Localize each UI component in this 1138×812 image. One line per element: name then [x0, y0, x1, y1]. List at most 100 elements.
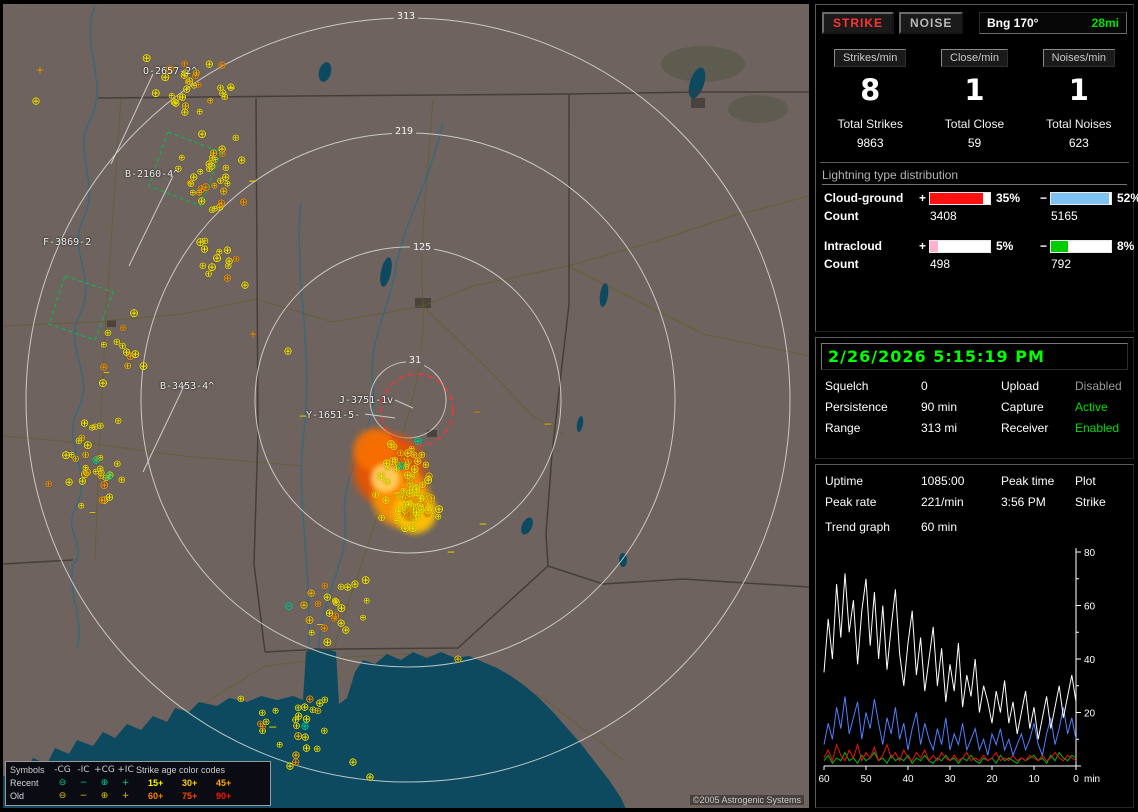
svg-text:30: 30 — [944, 774, 956, 785]
persistence-label: Persistence — [825, 400, 921, 414]
squelch-value: 0 — [921, 379, 1001, 393]
persistence-value: 90 min — [921, 400, 1001, 414]
distribution-header: Lightning type distribution — [822, 168, 1127, 185]
noises-per-min-value: 1 — [1027, 73, 1131, 107]
legend-age-header: Strike age color codes — [136, 764, 250, 776]
pos-ic-icon: + — [115, 790, 136, 802]
total-close-value: 59 — [922, 136, 1026, 150]
cg-positive-pct: 35% — [991, 191, 1037, 205]
neg-cg-icon: ⊖ — [52, 790, 73, 802]
ring-label-125: 125 — [410, 242, 434, 254]
receiver-label: Receiver — [1001, 421, 1075, 435]
age-code-60: 60+ — [148, 790, 182, 802]
peak-time-value: 3:56 PM — [1001, 495, 1075, 509]
pos-cg-icon: ⊕ — [94, 777, 115, 789]
rates-section: Strikes/min 8 Total Strikes 9863 Close/m… — [816, 38, 1133, 152]
trend-graph: 204060806050403020100min — [818, 540, 1132, 792]
cg-negative-count: 5165 — [1050, 209, 1112, 223]
cg-count-label: Count — [824, 209, 916, 223]
ic-positive-bar-fill — [930, 241, 938, 252]
noises-per-min-label: Noises/min — [1043, 49, 1115, 67]
datetime-display: 2/26/2026 5:15:19 PM — [821, 343, 1128, 370]
ic-negative-pct: 8% — [1112, 239, 1138, 253]
trend-panel: Uptime 1085:00 Peak time Plot Peak rate … — [815, 464, 1134, 808]
svg-text:60: 60 — [1084, 602, 1096, 613]
age-code-15: 15+ — [148, 777, 182, 789]
ic-positive-count: 498 — [929, 257, 991, 271]
legend-col-neg-cg: -CG — [52, 764, 73, 776]
plot-value: Strike — [1075, 495, 1124, 509]
receiver-value: Enabled — [1075, 421, 1124, 435]
total-noises-value: 623 — [1027, 136, 1131, 150]
ring-label-31: 31 — [406, 355, 424, 367]
uptime-label: Uptime — [825, 474, 921, 488]
cg-positive-bar — [929, 192, 991, 205]
cg-negative-pct: 52% — [1112, 191, 1138, 205]
trend-graph-window: 60 min — [921, 520, 1124, 534]
total-strikes-label: Total Strikes — [818, 117, 922, 131]
state-borders — [3, 92, 809, 652]
neg-ic-icon: − — [73, 790, 94, 802]
svg-text:20: 20 — [986, 774, 998, 785]
age-code-90: 90+ — [216, 790, 250, 802]
cg-negative-bar-fill — [1051, 193, 1109, 204]
close-per-min-column: Close/min 1 Total Close 59 — [922, 48, 1026, 150]
mode-toolbar: STRIKE NOISE Bng 170° 28mi — [816, 5, 1133, 38]
strikes-per-min-label: Strikes/min — [834, 49, 906, 67]
noises-per-min-column: Noises/min 1 Total Noises 623 — [1027, 48, 1131, 150]
uptime-value: 1085:00 — [921, 474, 1001, 488]
ring-label-219: 219 — [392, 126, 416, 138]
bearing-value: Bng 170° — [987, 16, 1038, 30]
ic-positive-pct: 5% — [991, 239, 1037, 253]
trend-graph-header: Trend graph 60 min — [816, 514, 1133, 536]
ring-label-313: 313 — [394, 11, 418, 23]
plus-sign: + — [916, 191, 929, 205]
cloud-ground-label: Cloud-ground — [824, 191, 916, 205]
ic-negative-bar-fill — [1051, 241, 1068, 252]
svg-text:40: 40 — [902, 774, 914, 785]
svg-text:0: 0 — [1073, 774, 1079, 785]
ic-count-label: Count — [824, 257, 916, 271]
plus-sign: + — [916, 239, 929, 253]
cg-positive-count: 3408 — [929, 209, 991, 223]
svg-text:10: 10 — [1028, 774, 1040, 785]
trend-graph-label: Trend graph — [825, 520, 921, 534]
strikes-per-min-value: 8 — [818, 73, 922, 107]
squelch-label: Squelch — [825, 379, 921, 393]
legend-col-pos-cg: +CG — [94, 764, 115, 776]
neg-ic-icon: − — [73, 777, 94, 789]
svg-text:40: 40 — [1084, 655, 1096, 666]
performance-grid: Uptime 1085:00 Peak time Plot Peak rate … — [816, 465, 1133, 514]
close-per-min-value: 1 — [922, 73, 1026, 107]
lightning-map[interactable]: ⊕⊕⊕⊕⊕⊕⊕⊕⊕⊕⊕⊕⊕⊕⊕⊕⊕⊕⊕⊕⊕⊕⊕⊕⊕⊕⊕−⊕⊕⊕⊕⊕⊕⊕⊕⊕⊕⊕⊕… — [3, 4, 809, 808]
bearing-display: Bng 170° 28mi — [979, 12, 1127, 34]
total-strikes-value: 9863 — [818, 136, 922, 150]
age-code-45: 45+ — [216, 777, 250, 789]
divider — [820, 162, 1129, 163]
range-value: 313 mi — [921, 421, 1001, 435]
legend-row-old-label: Old — [10, 790, 52, 802]
intracloud-label: Intracloud — [824, 239, 916, 253]
minus-sign: − — [1037, 191, 1050, 205]
svg-text:60: 60 — [818, 774, 830, 785]
lakes — [317, 61, 709, 567]
nexstorm-app: ⊕⊕⊕⊕⊕⊕⊕⊕⊕⊕⊕⊕⊕⊕⊕⊕⊕⊕⊕⊕⊕⊕⊕⊕⊕⊕⊕−⊕⊕⊕⊕⊕⊕⊕⊕⊕⊕⊕⊕… — [0, 0, 1138, 812]
status-panel: 2/26/2026 5:15:19 PM Squelch 0 Upload Di… — [815, 337, 1134, 459]
strikes-per-min-column: Strikes/min 8 Total Strikes 9863 — [818, 48, 922, 150]
cg-negative-bar — [1050, 192, 1112, 205]
legend-row-recent-label: Recent — [10, 777, 52, 789]
svg-text:min: min — [1084, 774, 1100, 785]
noise-mode-button[interactable]: NOISE — [899, 12, 963, 34]
peak-rate-label: Peak rate — [825, 495, 921, 509]
plot-label: Plot — [1075, 474, 1124, 488]
upload-label: Upload — [1001, 379, 1075, 393]
ic-negative-count: 792 — [1050, 257, 1112, 271]
distribution-grid: Cloud-ground + 35% − 52% Count 3408 5165… — [816, 189, 1133, 273]
pos-cg-icon: ⊕ — [94, 790, 115, 802]
svg-text:50: 50 — [860, 774, 872, 785]
peak-rate-value: 221/min — [921, 495, 1001, 509]
upload-value: Disabled — [1075, 379, 1124, 393]
strike-mode-button[interactable]: STRIKE — [822, 12, 894, 34]
map-base-layer — [3, 4, 809, 808]
cg-positive-bar-fill — [930, 193, 983, 204]
